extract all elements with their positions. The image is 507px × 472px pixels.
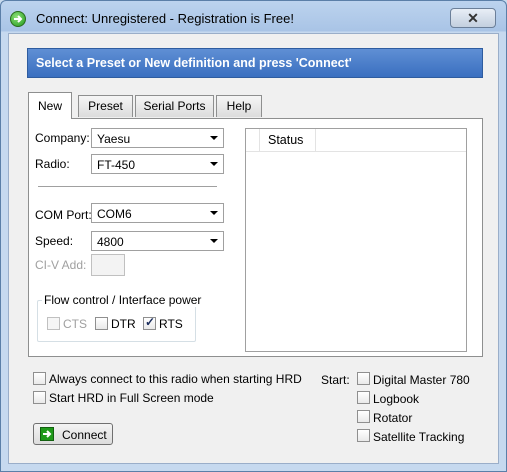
- speed-select[interactable]: 4800: [91, 231, 224, 251]
- status-column-blank[interactable]: [246, 129, 260, 151]
- cts-label: CTS: [63, 317, 87, 331]
- always-connect-checkbox[interactable]: [33, 372, 46, 385]
- window-title: Connect: Unregistered - Registration is …: [36, 11, 294, 26]
- instruction-text: Select a Preset or New definition and pr…: [36, 56, 352, 70]
- dtr-checkbox[interactable]: [95, 317, 108, 330]
- rts-checkbox[interactable]: ✓: [143, 315, 156, 330]
- status-column-label: Status: [268, 133, 304, 147]
- full-screen-label: Start HRD in Full Screen mode: [49, 391, 214, 405]
- close-icon: ✕: [467, 10, 479, 26]
- app-arrow-icon: [10, 11, 26, 27]
- chevron-down-icon: [210, 136, 218, 140]
- radio-select[interactable]: FT-450: [91, 154, 224, 174]
- com-port-value: COM6: [97, 207, 132, 221]
- company-label: Company:: [35, 131, 90, 145]
- civ-address-input: [91, 254, 125, 276]
- always-connect-label: Always connect to this radio when starti…: [49, 372, 302, 386]
- divider: [38, 186, 217, 187]
- checkmark-icon: ✓: [145, 315, 156, 329]
- tab-serial-ports[interactable]: Serial Ports: [135, 95, 214, 117]
- start-digital-master-label: Digital Master 780: [373, 373, 470, 387]
- status-list[interactable]: [245, 128, 467, 352]
- start-satellite-checkbox[interactable]: [357, 429, 370, 442]
- tab-preset-label: Preset: [88, 99, 123, 113]
- chevron-down-icon: [210, 211, 218, 215]
- tab-new[interactable]: New: [28, 92, 72, 119]
- tab-preset[interactable]: Preset: [78, 95, 133, 117]
- start-label: Start:: [321, 373, 350, 387]
- radio-value: FT-450: [97, 158, 136, 172]
- start-rotator-checkbox[interactable]: [357, 410, 370, 423]
- chevron-down-icon: [210, 239, 218, 243]
- full-screen-checkbox[interactable]: [33, 391, 46, 404]
- start-logbook-label: Logbook: [373, 392, 420, 406]
- connect-arrow-icon: [40, 427, 54, 441]
- rts-label: RTS: [159, 317, 183, 331]
- tab-serial-ports-label: Serial Ports: [143, 99, 206, 113]
- speed-label: Speed:: [35, 234, 74, 248]
- company-value: Yaesu: [97, 132, 131, 146]
- tab-help-label: Help: [226, 99, 252, 113]
- speed-value: 4800: [97, 235, 124, 249]
- dtr-label: DTR: [111, 317, 136, 331]
- company-select[interactable]: Yaesu: [91, 128, 224, 148]
- chevron-down-icon: [210, 162, 218, 166]
- title-bar: Connect: Unregistered - Registration is …: [0, 0, 507, 34]
- connect-button-label: Connect: [62, 428, 107, 442]
- start-logbook-checkbox[interactable]: [357, 391, 370, 404]
- com-port-label: COM Port:: [35, 208, 92, 222]
- start-satellite-label: Satellite Tracking: [373, 430, 465, 444]
- close-button[interactable]: ✕: [450, 8, 496, 28]
- start-digital-master-checkbox[interactable]: [357, 372, 370, 385]
- tab-new-label: New: [37, 99, 62, 113]
- radio-label: Radio:: [35, 157, 70, 171]
- cts-checkbox: [47, 317, 60, 330]
- start-rotator-label: Rotator: [373, 411, 413, 425]
- com-port-select[interactable]: COM6: [91, 203, 224, 223]
- civ-address-label: CI-V Add:: [35, 258, 87, 272]
- tab-help[interactable]: Help: [216, 95, 262, 117]
- flow-control-title: Flow control / Interface power: [42, 293, 204, 307]
